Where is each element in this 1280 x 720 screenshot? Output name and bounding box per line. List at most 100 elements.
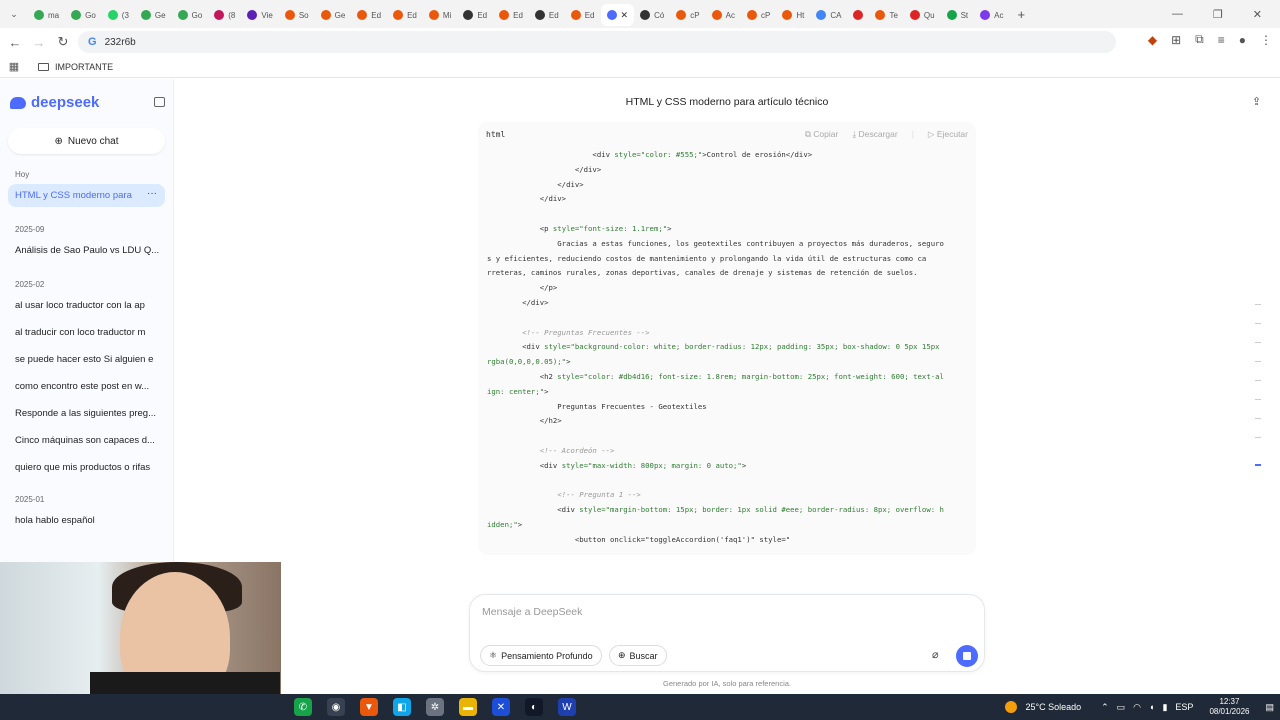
browser-tab[interactable]: Te (869, 4, 903, 26)
file-explorer-icon[interactable]: ▬ (459, 698, 477, 716)
deep-think-button[interactable]: ⚛ Pensamiento Profundo (480, 645, 602, 666)
browser-menu-icon[interactable]: ⋮ (1260, 33, 1272, 47)
tab-label: Ge (334, 10, 346, 20)
vscode-icon[interactable]: ✕ (492, 698, 510, 716)
apps-grid-icon[interactable]: ▦ (0, 60, 28, 73)
chat-item[interactable]: quiero que mis productos o rifas (15, 462, 165, 473)
browser-tab[interactable]: Ac (974, 4, 1009, 26)
browser-tab[interactable]: Ht (776, 4, 810, 26)
browser-tab[interactable]: Có (634, 4, 670, 26)
browser-tab[interactable]: (3 (102, 4, 135, 26)
chat-item[interactable]: Responde a las siguientes preg... (15, 408, 165, 419)
scroll-marker[interactable] (1255, 418, 1261, 419)
chat-item[interactable]: hola hablo español (15, 515, 165, 526)
bookmark-folder[interactable]: IMPORTANTE (38, 62, 113, 72)
scroll-marker[interactable] (1255, 323, 1261, 324)
stop-generating-button[interactable] (956, 645, 978, 667)
browser-tab[interactable] (847, 4, 869, 26)
browser-tab[interactable]: CA (810, 4, 847, 26)
code-content[interactable]: <div style="color: #555;">Control de ero… (478, 146, 976, 550)
browser-tab[interactable]: Ed (493, 4, 529, 26)
chat-item[interactable]: Cinco máquinas son capaces d... (15, 435, 165, 446)
attach-icon[interactable]: ⌀ (932, 648, 939, 661)
scroll-marker-current[interactable] (1255, 464, 1261, 466)
deepseek-logo[interactable]: deepseek (10, 94, 99, 111)
media-icon[interactable]: ≡ (1218, 33, 1225, 47)
reload-icon[interactable]: ↻ (51, 34, 75, 50)
github-icon[interactable]: ◐ (525, 698, 543, 716)
brave-icon[interactable]: ▼ (360, 698, 378, 716)
chat-item[interactable]: Análisis de Sao Paulo vs LDU Q... (15, 245, 165, 256)
section-title: 2025-01 (15, 495, 45, 504)
back-icon[interactable]: ← (3, 35, 27, 50)
address-bar[interactable]: G 232r6b (78, 31, 1116, 53)
restore-icon[interactable]: ❐ (1213, 8, 1223, 21)
scroll-marker[interactable] (1255, 304, 1261, 305)
whatsapp-icon[interactable]: ✆ (294, 698, 312, 716)
browser-tab[interactable]: Ge (315, 4, 352, 26)
app-icon[interactable]: ◧ (393, 698, 411, 716)
word-icon[interactable]: W (558, 698, 576, 716)
browser-tab-active[interactable]: ✕ (600, 4, 635, 26)
browser-tab[interactable]: Mi (423, 4, 457, 26)
tab-search-icon[interactable]: ⌄ (0, 9, 28, 20)
browser-tab[interactable]: Ed (529, 4, 565, 26)
network-icon[interactable]: ▭ (1117, 702, 1126, 713)
browser-tab[interactable]: Ed (565, 4, 601, 26)
share-icon[interactable]: ⇪ (1252, 95, 1261, 108)
weather-text[interactable]: 25°C Soleado (1025, 702, 1081, 712)
scroll-marker[interactable] (1255, 437, 1261, 438)
browser-tab[interactable]: (8 (208, 4, 241, 26)
scroll-marker[interactable] (1255, 361, 1261, 362)
message-input[interactable]: Mensaje a DeepSeek (482, 606, 582, 618)
browser-tab[interactable]: Go (172, 4, 209, 26)
browser-tab[interactable]: Ed (351, 4, 387, 26)
chat-item[interactable]: como encontro este post en w... (15, 381, 165, 392)
chat-item[interactable]: se puede hacer esto Si alguien e (15, 354, 165, 365)
copy-button[interactable]: ⧉ Copiar (805, 129, 838, 140)
browser-tab[interactable]: ma (28, 4, 65, 26)
extensions-puzzle-icon[interactable]: ⧉ (1195, 32, 1204, 47)
chat-item[interactable]: al traducir con loco traductor m (15, 327, 165, 338)
chat-item-active[interactable]: HTML y CSS moderno para ··· (8, 184, 165, 207)
chrome-icon[interactable]: ◉ (327, 698, 345, 716)
volume-icon[interactable]: ◖ (1149, 702, 1154, 712)
collapse-sidebar-icon[interactable] (154, 97, 165, 107)
chat-item[interactable]: al usar loco traductor con la ap (15, 300, 165, 311)
browser-tab[interactable]: Ed (387, 4, 423, 26)
language-indicator[interactable]: ESP (1175, 702, 1193, 712)
battery-icon[interactable]: ▮ (1162, 702, 1167, 713)
minimize-icon[interactable]: — (1172, 8, 1183, 20)
scroll-marker[interactable] (1255, 380, 1261, 381)
forward-icon[interactable]: → (27, 35, 51, 50)
download-button[interactable]: ⤓ Descargar (852, 129, 897, 140)
scroll-marker[interactable] (1255, 342, 1261, 343)
browser-tab[interactable]: Go (65, 4, 102, 26)
browser-tab[interactable]: So (279, 4, 315, 26)
browser-tab[interactable]: cP (670, 4, 705, 26)
new-tab-button[interactable]: + (1017, 7, 1025, 22)
translate-icon[interactable]: ⊞ (1171, 33, 1181, 47)
profile-icon[interactable]: ● (1239, 33, 1246, 47)
clock[interactable]: 12:37 08/01/2026 (1209, 697, 1249, 717)
new-chat-button[interactable]: ⊕ Nuevo chat (8, 128, 165, 154)
chevron-up-icon[interactable]: ⌃ (1101, 702, 1109, 713)
browser-tab[interactable]: St (941, 4, 975, 26)
wifi-icon[interactable]: ◠ (1133, 702, 1141, 713)
browser-tab[interactable]: Ac (706, 4, 741, 26)
settings-icon[interactable]: ✲ (426, 698, 444, 716)
scroll-marker[interactable] (1255, 399, 1261, 400)
browser-tab[interactable]: Qu (904, 4, 941, 26)
browser-tab[interactable]: Ed (457, 4, 493, 26)
notifications-icon[interactable]: ▤ (1265, 702, 1274, 713)
extension-icon[interactable]: ◆ (1148, 33, 1157, 47)
browser-tab[interactable]: cP (741, 4, 776, 26)
run-button[interactable]: ▷ Ejecutar (928, 129, 968, 140)
browser-tab[interactable]: Ge (135, 4, 172, 26)
more-options-icon[interactable]: ··· (147, 188, 157, 199)
browser-tab[interactable]: Vie (241, 4, 278, 26)
code-language: html (486, 129, 506, 139)
close-window-icon[interactable]: ✕ (1253, 8, 1262, 21)
close-tab-icon[interactable]: ✕ (621, 10, 629, 21)
search-button[interactable]: ⊕ Buscar (609, 645, 667, 666)
